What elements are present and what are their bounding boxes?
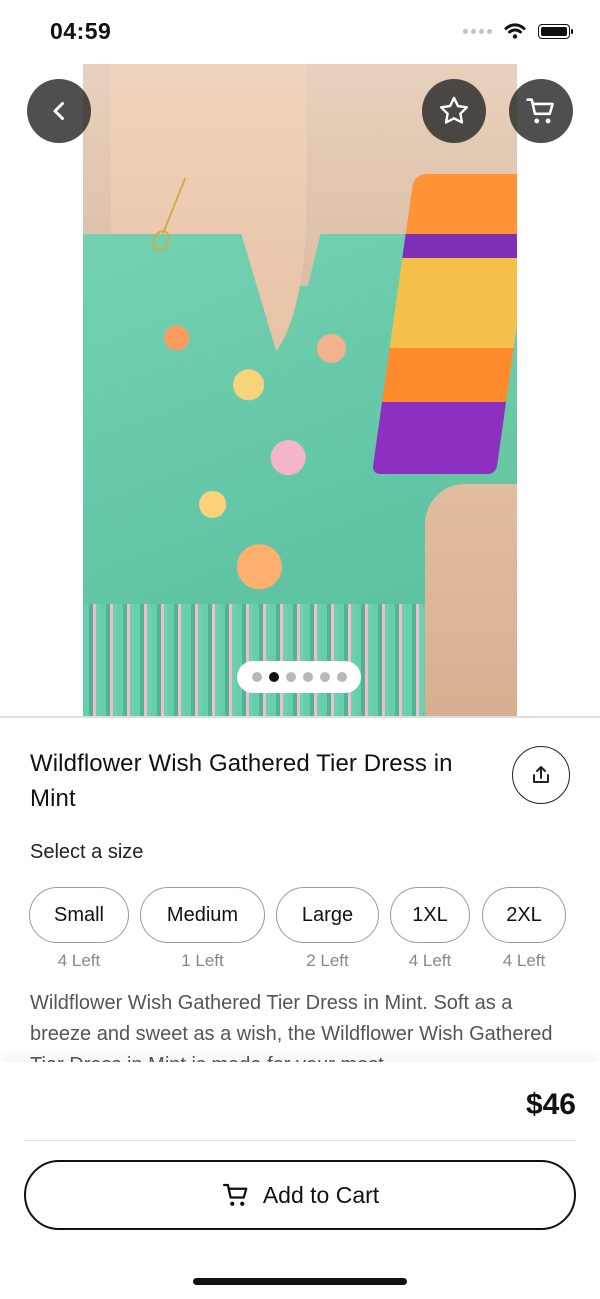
add-to-cart-button[interactable]: Add to Cart bbox=[24, 1160, 576, 1230]
stock-label-medium: 1 Left bbox=[181, 951, 224, 970]
size-chip-medium[interactable]: Medium bbox=[140, 887, 265, 943]
product-title: Wildflower Wish Gathered Tier Dress in M… bbox=[30, 750, 453, 812]
status-time: 04:59 bbox=[50, 18, 112, 44]
carousel-dot[interactable] bbox=[336, 672, 347, 682]
size-option-large[interactable]: Large 2 Left bbox=[276, 887, 379, 970]
home-indicator bbox=[193, 1278, 407, 1285]
stock-label-large: 2 Left bbox=[306, 951, 349, 970]
size-chip-large[interactable]: Large bbox=[276, 887, 379, 943]
size-label: Select a size bbox=[30, 841, 144, 863]
stock-label-1xl: 4 Left bbox=[408, 951, 452, 970]
signal-icon bbox=[463, 28, 492, 34]
stock-label-2xl: 4 Left bbox=[502, 951, 546, 970]
cart-icon bbox=[526, 98, 554, 124]
cart-icon bbox=[222, 1183, 248, 1206]
add-to-cart-label: Add to Cart bbox=[262, 1181, 380, 1208]
product-gallery[interactable] bbox=[0, 64, 600, 717]
product-description: Wildflower Wish Gathered Tier Dress in M… bbox=[30, 992, 553, 1062]
status-icons bbox=[463, 22, 573, 40]
carousel-dot[interactable] bbox=[251, 672, 262, 682]
back-button[interactable] bbox=[27, 79, 91, 143]
size-option-small[interactable]: Small 4 Left bbox=[29, 887, 129, 970]
size-option-medium[interactable]: Medium 1 Left bbox=[140, 887, 265, 970]
status-bar: 04:59 bbox=[0, 0, 600, 64]
size-chip-2xl[interactable]: 2XL bbox=[482, 887, 566, 943]
purchase-panel: $46 Add to Cart bbox=[0, 1062, 600, 1299]
price: $46 bbox=[525, 1088, 576, 1121]
size-chip-1xl[interactable]: 1XL bbox=[390, 887, 470, 943]
size-option-1xl[interactable]: 1XL 4 Left bbox=[390, 887, 470, 970]
size-option-2xl[interactable]: 2XL 4 Left bbox=[482, 887, 566, 970]
section-divider bbox=[0, 716, 600, 718]
size-chip-small[interactable]: Small bbox=[29, 887, 129, 943]
carousel-dot[interactable] bbox=[319, 672, 330, 682]
wifi-icon bbox=[504, 23, 526, 39]
favorite-button[interactable] bbox=[422, 79, 486, 143]
price-divider bbox=[24, 1140, 576, 1141]
carousel-dot[interactable] bbox=[302, 672, 313, 682]
stock-label-small: 4 Left bbox=[57, 951, 101, 970]
cart-button[interactable] bbox=[509, 79, 573, 143]
share-icon bbox=[533, 766, 549, 783]
carousel-dot-active[interactable] bbox=[268, 672, 279, 682]
carousel-indicator[interactable] bbox=[237, 661, 361, 693]
back-icon bbox=[53, 102, 64, 120]
carousel-dot[interactable] bbox=[285, 672, 296, 682]
star-icon bbox=[439, 96, 469, 124]
battery-icon bbox=[538, 23, 573, 39]
product-image[interactable] bbox=[83, 64, 517, 717]
share-button[interactable] bbox=[512, 746, 570, 804]
